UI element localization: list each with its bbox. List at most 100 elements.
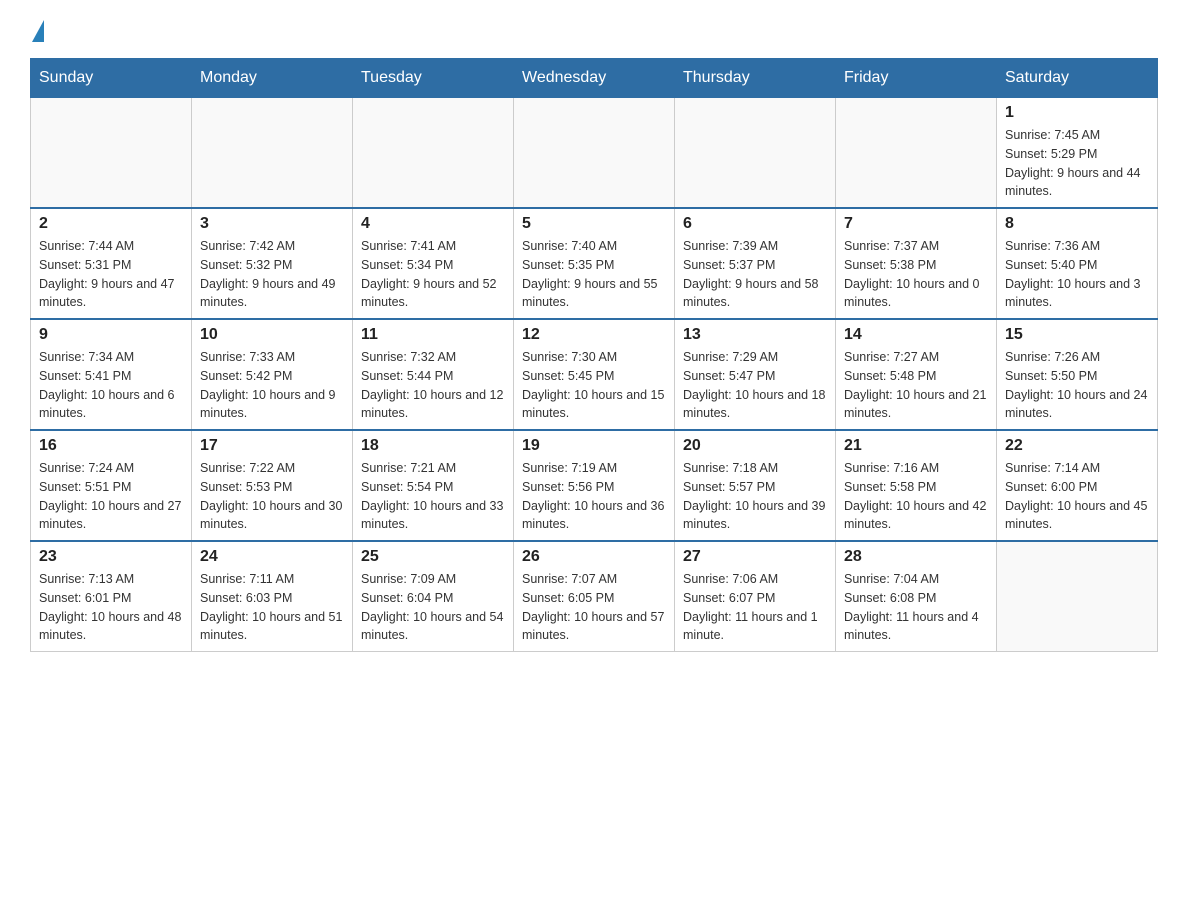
day-number: 9 <box>39 326 183 344</box>
day-number: 26 <box>522 548 666 566</box>
calendar-cell <box>514 98 675 209</box>
day-number: 27 <box>683 548 827 566</box>
day-info: Sunrise: 7:07 AMSunset: 6:05 PMDaylight:… <box>522 570 666 645</box>
calendar-cell: 23Sunrise: 7:13 AMSunset: 6:01 PMDayligh… <box>31 541 192 652</box>
calendar-cell: 20 Sunrise: 7:18 AMSunset: 5:57 PMDayligh… <box>675 430 836 541</box>
week-row-3: 9 Sunrise: 7:34 AMSunset: 5:41 PMDaylight… <box>31 319 1158 430</box>
calendar-cell <box>675 98 836 209</box>
calendar-cell <box>836 98 997 209</box>
logo <box>30 20 44 48</box>
calendar-table: SundayMondayTuesdayWednesdayThursdayFrid… <box>30 58 1158 652</box>
calendar-cell: 11 Sunrise: 7:32 AMSunset: 5:44 PMDayligh… <box>353 319 514 430</box>
day-number: 6 <box>683 215 827 233</box>
calendar-cell: 24 Sunrise: 7:11 AMSunset: 6:03 PMDayligh… <box>192 541 353 652</box>
calendar-cell: 16Sunrise: 7:24 AMSunset: 5:51 PMDayligh… <box>31 430 192 541</box>
calendar-cell: 19Sunrise: 7:19 AMSunset: 5:56 PMDayligh… <box>514 430 675 541</box>
calendar-cell: 22Sunrise: 7:14 AMSunset: 6:00 PMDayligh… <box>997 430 1158 541</box>
calendar-cell: 8Sunrise: 7:36 AMSunset: 5:40 PMDaylight… <box>997 208 1158 319</box>
week-row-4: 16Sunrise: 7:24 AMSunset: 5:51 PMDayligh… <box>31 430 1158 541</box>
day-info: Sunrise: 7:27 AMSunset: 5:48 PMDaylight:… <box>844 348 988 423</box>
calendar-cell: 21Sunrise: 7:16 AMSunset: 5:58 PMDayligh… <box>836 430 997 541</box>
day-info: Sunrise: 7:40 AMSunset: 5:35 PMDaylight:… <box>522 237 666 312</box>
day-info: Sunrise: 7:39 AMSunset: 5:37 PMDaylight:… <box>683 237 827 312</box>
day-info: Sunrise: 7:45 AMSunset: 5:29 PMDaylight:… <box>1005 126 1149 201</box>
calendar-cell: 25 Sunrise: 7:09 AMSunset: 6:04 PMDayligh… <box>353 541 514 652</box>
calendar-cell: 3 Sunrise: 7:42 AMSunset: 5:32 PMDaylight… <box>192 208 353 319</box>
day-number: 25 <box>361 548 505 566</box>
calendar-cell: 12 Sunrise: 7:30 AMSunset: 5:45 PMDayligh… <box>514 319 675 430</box>
day-info: Sunrise: 7:30 AMSunset: 5:45 PMDaylight:… <box>522 348 666 423</box>
day-info: Sunrise: 7:37 AMSunset: 5:38 PMDaylight:… <box>844 237 988 312</box>
day-number: 5 <box>522 215 666 233</box>
day-number: 4 <box>361 215 505 233</box>
day-number: 1 <box>1005 104 1149 122</box>
day-info: Sunrise: 7:09 AMSunset: 6:04 PMDaylight:… <box>361 570 505 645</box>
week-row-5: 23Sunrise: 7:13 AMSunset: 6:01 PMDayligh… <box>31 541 1158 652</box>
day-number: 16 <box>39 437 183 455</box>
calendar-cell: 6 Sunrise: 7:39 AMSunset: 5:37 PMDaylight… <box>675 208 836 319</box>
day-number: 19 <box>522 437 666 455</box>
day-header-tuesday: Tuesday <box>353 59 514 98</box>
day-header-wednesday: Wednesday <box>514 59 675 98</box>
week-row-2: 2 Sunrise: 7:44 AMSunset: 5:31 PMDaylight… <box>31 208 1158 319</box>
calendar-cell: 7 Sunrise: 7:37 AMSunset: 5:38 PMDaylight… <box>836 208 997 319</box>
day-number: 28 <box>844 548 988 566</box>
calendar-cell: 26 Sunrise: 7:07 AMSunset: 6:05 PMDayligh… <box>514 541 675 652</box>
day-info: Sunrise: 7:32 AMSunset: 5:44 PMDaylight:… <box>361 348 505 423</box>
day-info: Sunrise: 7:16 AMSunset: 5:58 PMDaylight:… <box>844 459 988 534</box>
day-header-friday: Friday <box>836 59 997 98</box>
day-info: Sunrise: 7:18 AMSunset: 5:57 PMDaylight:… <box>683 459 827 534</box>
logo-triangle-icon <box>32 20 44 42</box>
calendar-cell: 28 Sunrise: 7:04 AMSunset: 6:08 PMDayligh… <box>836 541 997 652</box>
calendar-cell <box>192 98 353 209</box>
day-info: Sunrise: 7:11 AMSunset: 6:03 PMDaylight:… <box>200 570 344 645</box>
week-row-1: 1 Sunrise: 7:45 AMSunset: 5:29 PMDaylight… <box>31 98 1158 209</box>
calendar-cell <box>31 98 192 209</box>
day-number: 18 <box>361 437 505 455</box>
day-header-thursday: Thursday <box>675 59 836 98</box>
calendar-cell <box>353 98 514 209</box>
calendar-cell: 18 Sunrise: 7:21 AMSunset: 5:54 PMDayligh… <box>353 430 514 541</box>
day-info: Sunrise: 7:06 AMSunset: 6:07 PMDaylight:… <box>683 570 827 645</box>
day-info: Sunrise: 7:34 AMSunset: 5:41 PMDaylight:… <box>39 348 183 423</box>
calendar-cell: 14 Sunrise: 7:27 AMSunset: 5:48 PMDayligh… <box>836 319 997 430</box>
day-number: 7 <box>844 215 988 233</box>
day-number: 20 <box>683 437 827 455</box>
day-number: 15 <box>1005 326 1149 344</box>
calendar-body: 1 Sunrise: 7:45 AMSunset: 5:29 PMDaylight… <box>31 98 1158 652</box>
calendar-cell: 17 Sunrise: 7:22 AMSunset: 5:53 PMDayligh… <box>192 430 353 541</box>
day-number: 24 <box>200 548 344 566</box>
day-number: 2 <box>39 215 183 233</box>
day-number: 14 <box>844 326 988 344</box>
day-header-monday: Monday <box>192 59 353 98</box>
day-info: Sunrise: 7:42 AMSunset: 5:32 PMDaylight:… <box>200 237 344 312</box>
day-info: Sunrise: 7:33 AMSunset: 5:42 PMDaylight:… <box>200 348 344 423</box>
calendar-cell: 1 Sunrise: 7:45 AMSunset: 5:29 PMDaylight… <box>997 98 1158 209</box>
day-number: 11 <box>361 326 505 344</box>
calendar-cell: 5 Sunrise: 7:40 AMSunset: 5:35 PMDaylight… <box>514 208 675 319</box>
day-number: 8 <box>1005 215 1149 233</box>
day-number: 17 <box>200 437 344 455</box>
calendar-cell: 9 Sunrise: 7:34 AMSunset: 5:41 PMDaylight… <box>31 319 192 430</box>
calendar-cell <box>997 541 1158 652</box>
day-info: Sunrise: 7:21 AMSunset: 5:54 PMDaylight:… <box>361 459 505 534</box>
day-info: Sunrise: 7:29 AMSunset: 5:47 PMDaylight:… <box>683 348 827 423</box>
day-info: Sunrise: 7:26 AMSunset: 5:50 PMDaylight:… <box>1005 348 1149 423</box>
day-number: 13 <box>683 326 827 344</box>
day-info: Sunrise: 7:44 AMSunset: 5:31 PMDaylight:… <box>39 237 183 312</box>
day-info: Sunrise: 7:41 AMSunset: 5:34 PMDaylight:… <box>361 237 505 312</box>
calendar-header: SundayMondayTuesdayWednesdayThursdayFrid… <box>31 59 1158 98</box>
page-header <box>30 20 1158 48</box>
logo-text <box>30 20 44 48</box>
day-number: 12 <box>522 326 666 344</box>
day-number: 10 <box>200 326 344 344</box>
calendar-cell: 27 Sunrise: 7:06 AMSunset: 6:07 PMDayligh… <box>675 541 836 652</box>
calendar-cell: 4 Sunrise: 7:41 AMSunset: 5:34 PMDaylight… <box>353 208 514 319</box>
day-info: Sunrise: 7:22 AMSunset: 5:53 PMDaylight:… <box>200 459 344 534</box>
day-info: Sunrise: 7:14 AMSunset: 6:00 PMDaylight:… <box>1005 459 1149 534</box>
day-header-sunday: Sunday <box>31 59 192 98</box>
calendar-cell: 2 Sunrise: 7:44 AMSunset: 5:31 PMDaylight… <box>31 208 192 319</box>
day-info: Sunrise: 7:04 AMSunset: 6:08 PMDaylight:… <box>844 570 988 645</box>
calendar-cell: 10 Sunrise: 7:33 AMSunset: 5:42 PMDayligh… <box>192 319 353 430</box>
day-number: 3 <box>200 215 344 233</box>
